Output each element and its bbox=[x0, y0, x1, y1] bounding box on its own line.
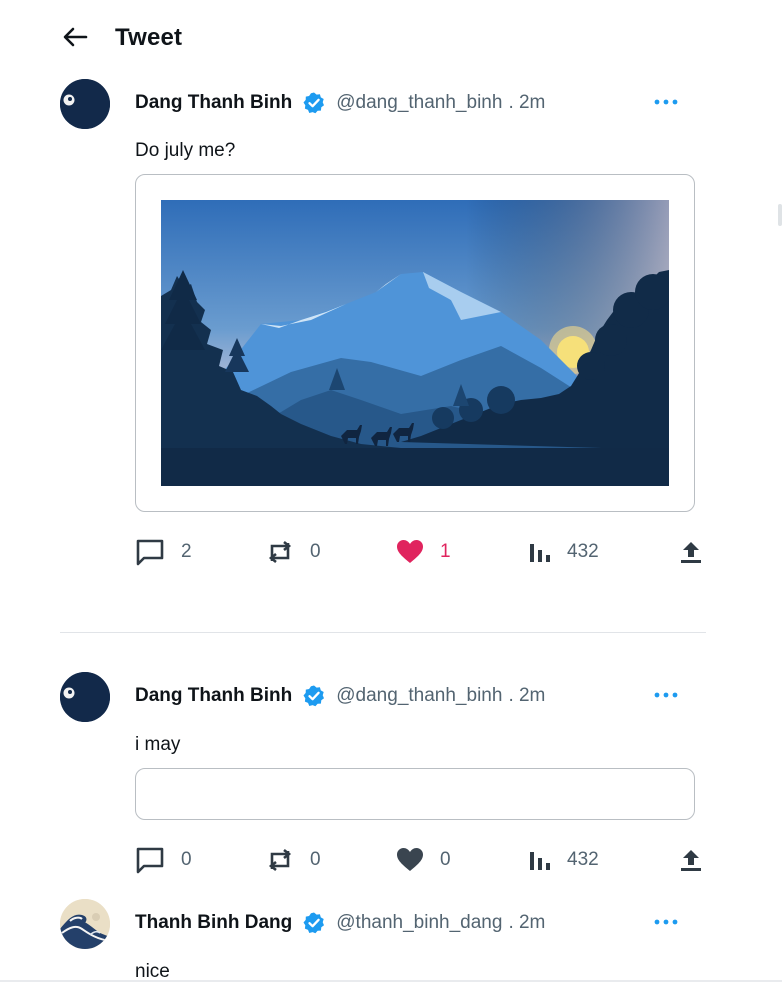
more-dots-icon bbox=[654, 919, 678, 925]
author-handle[interactable]: @dang_thanh_binh bbox=[336, 92, 502, 114]
tweet-text: nice bbox=[135, 961, 170, 982]
author-name[interactable]: Thanh Binh Dang bbox=[135, 912, 292, 934]
tweet-media-card[interactable] bbox=[135, 174, 695, 512]
author-name[interactable]: Dang Thanh Binh bbox=[135, 92, 292, 114]
share-upload-icon bbox=[681, 542, 701, 563]
verified-badge-icon bbox=[302, 91, 326, 115]
more-dots-icon bbox=[654, 692, 678, 698]
share-button[interactable] bbox=[680, 536, 702, 568]
tweet-header: Dang Thanh Binh @dang_thanh_binh . 2m bbox=[135, 682, 545, 710]
reply-count: 2 bbox=[181, 541, 192, 562]
reply-icon bbox=[136, 539, 164, 566]
avatar[interactable] bbox=[60, 899, 110, 949]
like-button[interactable]: 0 bbox=[396, 844, 451, 876]
avatar[interactable] bbox=[60, 79, 110, 129]
views-bar-chart-icon bbox=[530, 544, 550, 562]
more-button[interactable] bbox=[652, 92, 680, 112]
views-count: 432 bbox=[567, 849, 599, 870]
tweet-page: Tweet Dang Thanh Binh @dang_thanh_binh .… bbox=[0, 0, 782, 982]
views-count: 432 bbox=[567, 541, 599, 562]
tweet-time: . 2m bbox=[508, 92, 546, 113]
verified-badge-icon bbox=[302, 911, 326, 935]
retweet-button[interactable]: 0 bbox=[266, 844, 321, 876]
views-button[interactable]: 432 bbox=[529, 536, 599, 568]
tweet-time: . 2m bbox=[508, 912, 546, 933]
page-title: Tweet bbox=[115, 24, 183, 51]
heart-icon bbox=[397, 848, 423, 871]
retweet-count: 0 bbox=[310, 541, 321, 562]
reply-button[interactable]: 0 bbox=[135, 844, 192, 876]
author-handle[interactable]: @dang_thanh_binh bbox=[336, 685, 502, 707]
tweet-header: Thanh Binh Dang @thanh_binh_dang . 2m bbox=[135, 909, 545, 937]
scrollbar-thumb[interactable] bbox=[778, 204, 782, 226]
retweet-button[interactable]: 0 bbox=[266, 536, 321, 568]
arrow-left-icon bbox=[63, 27, 88, 47]
retweet-icon bbox=[268, 540, 292, 564]
like-count: 0 bbox=[440, 849, 451, 870]
author-name[interactable]: Dang Thanh Binh bbox=[135, 685, 292, 707]
share-upload-icon bbox=[681, 850, 701, 871]
tweet-text: i may bbox=[135, 734, 181, 755]
landscape-image[interactable] bbox=[161, 200, 669, 486]
reply-count: 0 bbox=[181, 849, 192, 870]
like-count: 1 bbox=[440, 541, 451, 562]
more-button[interactable] bbox=[652, 685, 680, 705]
share-button[interactable] bbox=[680, 844, 702, 876]
retweet-icon bbox=[268, 848, 292, 872]
page-header: Tweet bbox=[0, 0, 782, 76]
views-button[interactable]: 432 bbox=[529, 844, 599, 876]
divider bbox=[60, 632, 706, 633]
tweet-actions: 0 0 0 432 bbox=[0, 844, 782, 876]
verified-badge-icon bbox=[302, 684, 326, 708]
heart-icon bbox=[397, 540, 423, 563]
reply-button[interactable]: 2 bbox=[135, 536, 192, 568]
tweet-text: Do july me? bbox=[135, 140, 236, 161]
tweet-actions: 2 0 1 432 bbox=[0, 536, 782, 568]
tweet-header: Dang Thanh Binh @dang_thanh_binh . 2m bbox=[135, 89, 545, 117]
tweet-time: . 2m bbox=[508, 685, 546, 706]
back-button[interactable] bbox=[58, 22, 92, 52]
avatar[interactable] bbox=[60, 672, 110, 722]
like-button[interactable]: 1 bbox=[396, 536, 451, 568]
more-button[interactable] bbox=[652, 912, 680, 932]
views-bar-chart-icon bbox=[530, 852, 550, 870]
tweet-media-card[interactable] bbox=[135, 768, 695, 820]
reply-icon bbox=[136, 847, 164, 874]
author-handle[interactable]: @thanh_binh_dang bbox=[336, 912, 502, 934]
retweet-count: 0 bbox=[310, 849, 321, 870]
more-dots-icon bbox=[654, 99, 678, 105]
